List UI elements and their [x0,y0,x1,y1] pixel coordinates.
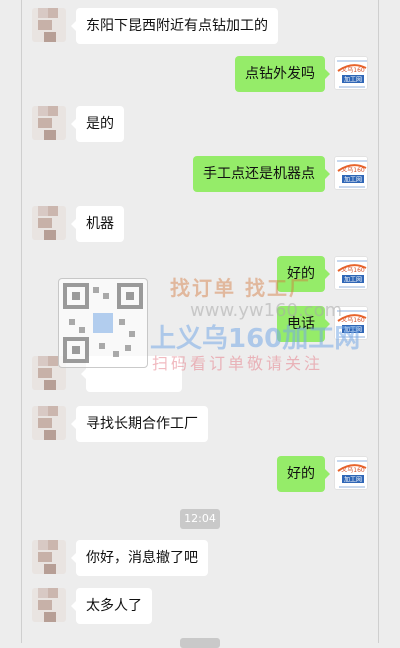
logo-icon: 义乌160 加工网 [335,307,367,339]
time-divider: 12:04 [180,509,220,529]
svg-text:加工网: 加工网 [344,76,362,84]
svg-text:义乌160: 义乌160 [341,266,365,274]
message-bubble[interactable]: 机器 [71,206,124,242]
message-bubble[interactable]: 寻找长期合作工厂 [71,406,208,442]
message-bubble[interactable]: 手工点还是机器点 [193,156,330,192]
contact-avatar[interactable] [32,8,66,42]
svg-text:加工网: 加工网 [344,276,362,284]
message-bubble[interactable]: 东阳下昆西附近有点钻加工的 [71,8,278,44]
contact-avatar[interactable] [32,406,66,440]
svg-text:加工网: 加工网 [344,326,362,334]
logo-icon: 义乌160 加工网 [335,457,367,489]
message-bubble[interactable]: 电话 [277,306,330,342]
message-bubble[interactable]: 点钻外发吗 [235,56,330,92]
time-divider-partial [180,638,220,648]
company-logo-avatar[interactable]: 义乌160 加工网 [334,256,368,290]
svg-text:义乌160: 义乌160 [341,466,365,474]
message-row: 点钻外发吗 义乌160 加工网 [0,56,400,96]
message-row: 好的 义乌160 加工网 [0,456,400,496]
contact-avatar[interactable] [32,588,66,622]
message-row: 机器 [0,206,400,246]
message-bubble[interactable]: 太多人了 [71,588,152,624]
message-row: 手工点还是机器点 义乌160 加工网 [0,156,400,196]
message-bubble[interactable]: 好的 [277,456,330,492]
logo-icon: 义乌160 加工网 [335,157,367,189]
company-logo-avatar[interactable]: 义乌160 加工网 [334,306,368,340]
company-logo-avatar[interactable]: 义乌160 加工网 [334,56,368,90]
qr-code-watermark [58,278,148,368]
logo-icon: 义乌160 加工网 [335,57,367,89]
message-row: 东阳下昆西附近有点钻加工的 [0,8,400,48]
message-bubble[interactable]: 好的 [277,256,330,292]
message-row: 是的 [0,106,400,146]
message-row: 你好，消息撤了吧 [0,540,400,580]
contact-avatar[interactable] [32,540,66,574]
logo-icon: 义乌160 加工网 [335,257,367,289]
svg-text:义乌160: 义乌160 [341,316,365,324]
svg-text:义乌160: 义乌160 [341,166,365,174]
message-bubble[interactable]: 是的 [71,106,124,142]
company-logo-avatar[interactable]: 义乌160 加工网 [334,456,368,490]
qr-code-icon [63,283,143,363]
message-row: 寻找长期合作工厂 [0,406,400,446]
contact-avatar[interactable] [32,106,66,140]
message-bubble[interactable]: 你好，消息撤了吧 [71,540,208,576]
svg-text:义乌160: 义乌160 [341,66,365,74]
svg-text:加工网: 加工网 [344,176,362,184]
company-logo-avatar[interactable]: 义乌160 加工网 [334,156,368,190]
contact-avatar[interactable] [32,206,66,240]
message-row: 太多人了 [0,588,400,628]
svg-text:加工网: 加工网 [344,476,362,484]
